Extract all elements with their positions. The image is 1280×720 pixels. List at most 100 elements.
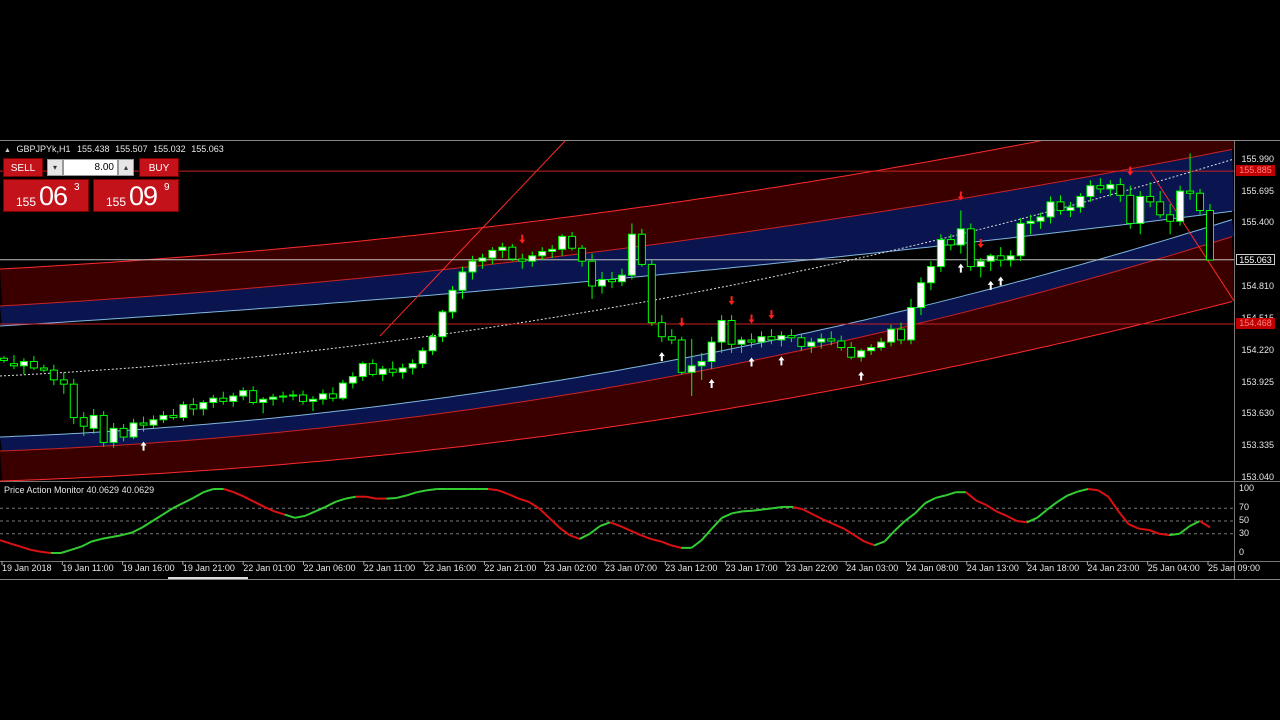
oscillator-up-segment <box>80 540 92 548</box>
candle-bull <box>338 382 347 399</box>
candle-bull <box>877 341 886 348</box>
ohlc-close: 155.063 <box>191 144 224 154</box>
oscillator-down-segment <box>975 499 987 506</box>
oscillator-down-segment <box>670 544 682 549</box>
sell-button[interactable]: SELL <box>3 158 43 177</box>
candle-bull <box>149 419 158 426</box>
sell-price-box[interactable]: 155 06 3 <box>3 179 89 212</box>
buy-price-box[interactable]: 155 09 9 <box>93 179 179 212</box>
oscillator-down-segment <box>965 491 977 502</box>
buy-button[interactable]: BUY <box>139 158 179 177</box>
candle-bear <box>607 279 616 283</box>
oscillator-up-segment <box>1178 525 1191 535</box>
candle-bull <box>1006 255 1015 261</box>
time-tick-label: 24 Jan 23:00 <box>1087 563 1140 573</box>
sell-signal-arrow-icon <box>678 317 685 327</box>
candle-bull <box>458 271 467 291</box>
oscillator-up-segment <box>426 488 438 492</box>
lot-increase-button[interactable]: ▴ <box>118 159 134 176</box>
main-chart-svg[interactable] <box>0 141 1280 579</box>
candle-bear <box>797 337 806 347</box>
candle-bear <box>647 263 656 324</box>
indicator-tick-label: 100 <box>1239 483 1255 493</box>
oscillator-down-segment <box>274 510 286 516</box>
time-tick-label: 22 Jan 16:00 <box>424 563 477 573</box>
oscillator-down-segment <box>1087 488 1099 492</box>
lot-size-input[interactable] <box>63 159 118 176</box>
oscillator-down-segment <box>792 505 804 511</box>
collapse-triangle-icon[interactable]: ▲ <box>4 147 11 154</box>
candle-bear <box>39 367 48 371</box>
candle-bull <box>558 235 567 250</box>
candle-bear <box>996 255 1005 261</box>
candle-bear <box>1116 184 1125 196</box>
candle-bull <box>239 390 248 397</box>
oscillator-down-segment <box>630 529 641 536</box>
oscillator-up-segment <box>172 502 184 510</box>
oscillator-up-segment <box>904 512 916 522</box>
indicator-tick-label: 30 <box>1239 527 1250 538</box>
time-tick-label: 19 Jan 16:00 <box>122 563 175 573</box>
oscillator-down-segment <box>996 510 1008 517</box>
candle-bear <box>1186 190 1195 194</box>
oscillator-up-segment <box>70 545 82 551</box>
candle-bear <box>1196 192 1205 211</box>
sell-price-pip: 3 <box>74 182 80 193</box>
oscillator-up-segment <box>60 548 72 554</box>
oscillator-down-segment <box>538 507 550 519</box>
candle-bear <box>368 363 377 375</box>
oscillator-down-segment <box>30 548 41 553</box>
oscillator-down-segment <box>1199 520 1211 529</box>
lot-decrease-button[interactable]: ▾ <box>47 159 63 176</box>
oscillator-down-segment <box>9 542 21 548</box>
candle-bull <box>1026 220 1035 224</box>
oscillator-up-segment <box>894 520 906 532</box>
candle-bull <box>548 248 557 252</box>
candle-bull <box>857 350 866 358</box>
oscillator-up-segment <box>599 521 611 528</box>
oscillator-down-segment <box>0 539 11 545</box>
oscillator-up-segment <box>945 491 957 497</box>
sell-signal-arrow-icon <box>748 314 755 324</box>
candle-bull <box>906 307 915 341</box>
buy-signal-arrow-icon <box>957 263 964 273</box>
oscillator-up-segment <box>1036 508 1048 519</box>
candle-bear <box>99 414 108 443</box>
time-tick-label: 24 Jan 18:00 <box>1027 563 1080 573</box>
oscillator-up-segment <box>762 507 773 511</box>
candle-bull <box>817 338 826 343</box>
oscillator-down-segment <box>609 521 621 528</box>
oscillator-down-segment <box>812 513 825 521</box>
ohlc-open: 155.438 <box>77 144 110 154</box>
time-tick-label: 22 Jan 11:00 <box>363 563 416 573</box>
price-axis-separator <box>1234 141 1235 579</box>
oscillator-up-segment <box>335 497 347 503</box>
candle-bull <box>976 260 985 268</box>
candle-bull <box>627 233 636 276</box>
candle-bull <box>1066 206 1075 211</box>
candle-bear <box>787 335 796 339</box>
chart-window[interactable]: ▲ GBPJPYk,H1 155.438 155.507 155.032 155… <box>0 140 1280 580</box>
candle-bull <box>438 311 447 338</box>
oscillator-up-segment <box>182 497 194 504</box>
candle-bull <box>229 395 238 402</box>
oscillator-up-segment <box>345 495 357 500</box>
sell-signal-arrow-icon <box>768 310 775 320</box>
oscillator-up-segment <box>690 539 703 549</box>
oscillator-up-segment <box>772 505 784 510</box>
oscillator-up-segment <box>284 513 296 519</box>
oscillator-down-segment <box>1148 529 1160 535</box>
oscillator-down-segment <box>40 550 51 554</box>
oscillator-down-segment <box>528 500 540 510</box>
ohlc-low: 155.032 <box>153 144 186 154</box>
oscillator-down-segment <box>253 500 265 508</box>
candle-bull <box>598 279 607 287</box>
oscillator-up-segment <box>1189 520 1201 528</box>
chart-scroll-marker[interactable] <box>168 577 248 579</box>
oscillator-up-segment <box>111 534 123 538</box>
candle-bull <box>269 396 278 400</box>
candle-bear <box>59 379 68 385</box>
candle-bear <box>727 320 736 345</box>
indicator-tick-label: 50 <box>1239 515 1250 525</box>
oscillator-up-segment <box>700 528 713 541</box>
